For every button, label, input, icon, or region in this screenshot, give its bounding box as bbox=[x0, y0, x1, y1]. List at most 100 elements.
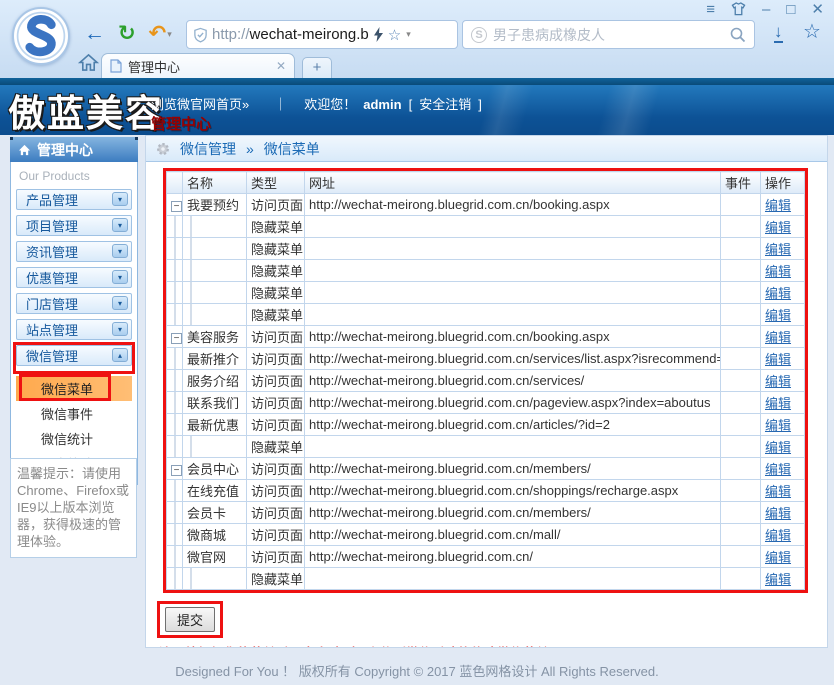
sidebar-subitem-微信菜单[interactable]: 微信菜单 bbox=[16, 376, 132, 401]
menu-event-cell bbox=[721, 282, 761, 304]
menu-icon[interactable]: ≡ bbox=[706, 2, 715, 18]
menu-action-cell: 编辑 bbox=[761, 260, 805, 282]
sidebar-item-门店管理[interactable]: 门店管理▾ bbox=[16, 293, 132, 314]
menu-url-cell: http://wechat-meirong.bluegrid.com.cn/ma… bbox=[305, 524, 721, 546]
download-icon[interactable]: ↓ bbox=[774, 22, 783, 43]
sidebar-subitem-微信统计[interactable]: 微信统计 bbox=[16, 426, 132, 451]
bookmark-dropdown-icon[interactable]: ▾ bbox=[406, 29, 411, 40]
menu-type-cell: 访问页面 bbox=[247, 502, 305, 524]
collapse-toggle-icon[interactable]: − bbox=[171, 465, 182, 476]
menu-action-cell: 编辑 bbox=[761, 370, 805, 392]
maximize-icon[interactable]: □ bbox=[786, 2, 795, 18]
minimize-icon[interactable]: – bbox=[762, 2, 770, 18]
home-icon[interactable] bbox=[78, 53, 99, 72]
sidebar-item-优惠管理[interactable]: 优惠管理▾ bbox=[16, 267, 132, 288]
table-annotation-frame: 名称 类型 网址 事件 操作 −我要预约访问页面http://wechat-me… bbox=[163, 168, 808, 593]
edit-link[interactable]: 编辑 bbox=[765, 572, 791, 587]
edit-link[interactable]: 编辑 bbox=[765, 330, 791, 345]
menu-action-cell: 编辑 bbox=[761, 524, 805, 546]
menu-type-cell: 隐藏菜单 bbox=[247, 260, 305, 282]
sidebar-item-label: 微信管理 bbox=[26, 346, 78, 365]
tab-close-icon[interactable]: ✕ bbox=[276, 59, 286, 73]
expand-cell bbox=[167, 524, 183, 546]
page-footer: Designed For You ！ 版权所有 Copyright © 2017… bbox=[0, 648, 834, 685]
sidebar-item-项目管理[interactable]: 项目管理▾ bbox=[16, 215, 132, 236]
sidebar-home-icon bbox=[18, 144, 31, 156]
edit-link[interactable]: 编辑 bbox=[765, 528, 791, 543]
expand-cell bbox=[167, 304, 183, 326]
undo-icon: ↶ bbox=[149, 21, 167, 47]
menu-action-cell: 编辑 bbox=[761, 238, 805, 260]
collapse-toggle-icon[interactable]: − bbox=[171, 201, 182, 212]
skin-icon[interactable] bbox=[731, 2, 746, 18]
table-row: 隐藏菜单编辑 bbox=[167, 304, 805, 326]
chevron-down-icon[interactable]: ▾ bbox=[112, 192, 128, 206]
menu-url-cell bbox=[305, 304, 721, 326]
new-tab-button[interactable]: + bbox=[302, 57, 332, 78]
edit-link[interactable]: 编辑 bbox=[765, 352, 791, 367]
menu-url-cell: http://wechat-meirong.bluegrid.com.cn/pa… bbox=[305, 392, 721, 414]
menu-type-cell: 隐藏菜单 bbox=[247, 238, 305, 260]
sidebar-item-站点管理[interactable]: 站点管理▾ bbox=[16, 319, 132, 340]
edit-link[interactable]: 编辑 bbox=[765, 308, 791, 323]
expand-cell bbox=[167, 282, 183, 304]
refresh-icon[interactable]: ↻ bbox=[118, 21, 136, 47]
magnifier-icon[interactable] bbox=[730, 27, 746, 43]
view-site-link[interactable]: 浏览微官网首页» bbox=[151, 94, 249, 113]
search-input[interactable] bbox=[493, 27, 724, 43]
menu-type-cell: 访问页面 bbox=[247, 458, 305, 480]
edit-link[interactable]: 编辑 bbox=[765, 286, 791, 301]
logout-link[interactable]: 安全注销 bbox=[419, 94, 471, 113]
chevron-down-icon[interactable]: ▾ bbox=[112, 296, 128, 310]
menu-url-cell: http://wechat-meirong.bluegrid.com.cn/sh… bbox=[305, 480, 721, 502]
edit-link[interactable]: 编辑 bbox=[765, 374, 791, 389]
sidebar-item-产品管理[interactable]: 产品管理▾ bbox=[16, 189, 132, 210]
edit-link[interactable]: 编辑 bbox=[765, 418, 791, 433]
edit-link[interactable]: 编辑 bbox=[765, 462, 791, 477]
undo-button[interactable]: ↶ ▾ bbox=[149, 21, 172, 47]
sidebar-item-微信管理[interactable]: 微信管理 ▴ bbox=[16, 345, 132, 366]
edit-link[interactable]: 编辑 bbox=[765, 220, 791, 235]
close-icon[interactable]: ✕ bbox=[811, 2, 824, 18]
breadcrumb-section[interactable]: 微信管理 bbox=[180, 139, 236, 159]
edit-link[interactable]: 编辑 bbox=[765, 198, 791, 213]
table-row: 隐藏菜单编辑 bbox=[167, 282, 805, 304]
sidebar: 管理中心 Our Products 产品管理▾项目管理▾资讯管理▾优惠管理▾门店… bbox=[10, 137, 138, 485]
table-row: 隐藏菜单编辑 bbox=[167, 216, 805, 238]
tab-title: 管理中心 bbox=[128, 57, 270, 76]
favorites-icon[interactable]: ☆ bbox=[803, 19, 821, 44]
bookmark-star-icon[interactable]: ☆ bbox=[388, 26, 401, 44]
breadcrumb-page[interactable]: 微信菜单 bbox=[264, 139, 320, 159]
lightning-icon[interactable] bbox=[373, 27, 384, 42]
edit-link[interactable]: 编辑 bbox=[765, 550, 791, 565]
back-icon[interactable]: ← bbox=[84, 21, 105, 47]
chevron-down-icon[interactable]: ▾ bbox=[112, 270, 128, 284]
collapse-toggle-icon[interactable]: − bbox=[171, 333, 182, 344]
expand-cell bbox=[167, 480, 183, 502]
address-bar[interactable]: http://wechat-meirong.b ☆ ▾ bbox=[186, 20, 458, 49]
expand-cell: − bbox=[167, 194, 183, 216]
edit-link[interactable]: 编辑 bbox=[765, 264, 791, 279]
browser-tab[interactable]: 管理中心 ✕ bbox=[101, 53, 295, 78]
username: admin bbox=[363, 97, 401, 112]
edit-link[interactable]: 编辑 bbox=[765, 484, 791, 499]
edit-link[interactable]: 编辑 bbox=[765, 506, 791, 521]
menu-name-cell: 微商城 bbox=[183, 524, 247, 546]
menu-event-cell bbox=[721, 458, 761, 480]
submit-button[interactable]: 提交 bbox=[165, 607, 215, 632]
chevron-down-icon[interactable]: ▾ bbox=[112, 244, 128, 258]
edit-link[interactable]: 编辑 bbox=[765, 242, 791, 257]
chevron-down-icon[interactable]: ▾ bbox=[112, 322, 128, 336]
chevron-up-icon[interactable]: ▴ bbox=[112, 348, 128, 362]
event-column-header: 事件 bbox=[721, 172, 761, 194]
menu-url-cell: http://wechat-meirong.bluegrid.com.cn/me… bbox=[305, 502, 721, 524]
menu-name-cell bbox=[183, 216, 247, 238]
edit-link[interactable]: 编辑 bbox=[765, 440, 791, 455]
chevron-down-icon[interactable]: ▾ bbox=[112, 218, 128, 232]
edit-link[interactable]: 编辑 bbox=[765, 396, 791, 411]
site-logo: 傲蓝美容 bbox=[8, 83, 164, 137]
url-host: wechat-meirong.b bbox=[250, 26, 369, 43]
menu-name-cell: 会员中心 bbox=[183, 458, 247, 480]
sidebar-item-资讯管理[interactable]: 资讯管理▾ bbox=[16, 241, 132, 262]
sidebar-subitem-微信事件[interactable]: 微信事件 bbox=[16, 401, 132, 426]
